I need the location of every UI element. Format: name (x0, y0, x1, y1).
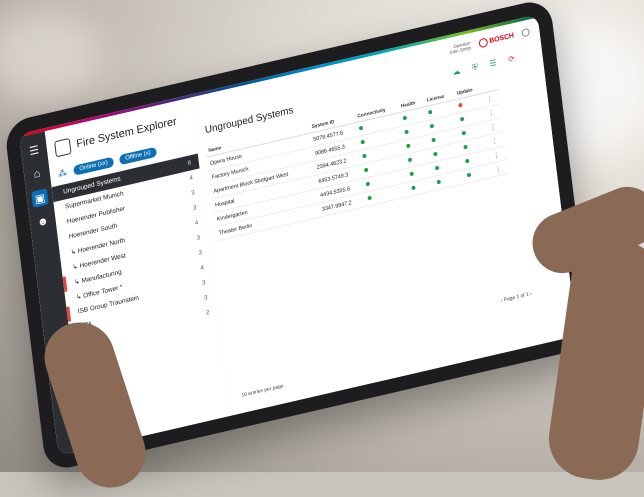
status-ok-dot (365, 181, 370, 186)
main-panel: Operator John Smith BOSCH Ungrouped Syst… (190, 17, 577, 416)
bosch-ring-icon (478, 36, 488, 48)
status-ok-dot (367, 195, 372, 200)
status-ok-dot (428, 109, 433, 115)
status-ok-dot (363, 167, 369, 172)
entries-per-page-select[interactable]: 10 entries per page (241, 383, 284, 399)
status-ok-dot (466, 172, 471, 178)
status-ok-dot (434, 165, 440, 170)
sidebar-item-count: 8 (187, 159, 192, 167)
status-ok-dot (358, 125, 364, 131)
logo-text: BOSCH (488, 31, 515, 45)
status-ok-dot (433, 151, 438, 156)
row-menu-icon[interactable]: ⋮ (490, 159, 509, 178)
status-ok-dot (407, 157, 412, 162)
systems-icon[interactable]: ▣ (31, 188, 49, 208)
status-ok-dot (360, 139, 365, 145)
status-ok-dot (410, 184, 416, 190)
sidebar-item-count: 4 (200, 264, 205, 272)
pagination[interactable]: ‹ Page 1 of 1 › (500, 291, 532, 304)
status-alarm-dot (457, 102, 463, 108)
status-ok-dot (464, 158, 470, 164)
sidebar-item-count: 3 (202, 279, 207, 287)
sidebar-item-count: 3 (198, 249, 203, 257)
fire-system-icon (54, 137, 72, 158)
status-ok-dot (463, 144, 468, 150)
home-icon[interactable]: ⌂ (28, 164, 46, 184)
status-ok-dot (436, 179, 442, 184)
menu-icon[interactable]: ☰ (25, 140, 43, 160)
status-ok-dot (459, 116, 464, 122)
sidebar-item-count: 4 (189, 174, 194, 182)
sidebar-item-count: 3 (196, 234, 201, 242)
shield-icon: ⛨ (471, 62, 479, 73)
status-ok-dot (429, 123, 435, 129)
status-ok-dot (409, 170, 414, 176)
update-icon: ⟳ (507, 53, 516, 65)
status-ok-dot (402, 115, 407, 121)
search-icon[interactable] (521, 27, 531, 38)
sidebar-item-count: 3 (190, 189, 195, 197)
bosch-logo: BOSCH (478, 31, 514, 48)
status-ok-dot (461, 130, 466, 136)
cloud-icon: ☁ (451, 66, 461, 78)
user-info: Operator John Smith (448, 40, 472, 55)
status-ok-dot (431, 137, 436, 142)
status-ok-dot (403, 129, 409, 134)
sidebar-item-count: 4 (194, 219, 199, 227)
sidebar-item-count: 3 (203, 294, 208, 302)
tree-icon[interactable]: ⁂ (57, 167, 69, 179)
users-icon[interactable]: ☻ (34, 212, 52, 232)
license-icon: ☰ (489, 57, 498, 69)
sidebar-item-count: 3 (192, 204, 197, 212)
status-ok-dot (405, 143, 411, 148)
sidebar-item-count: 2 (205, 309, 210, 317)
status-ok-dot (362, 153, 367, 158)
